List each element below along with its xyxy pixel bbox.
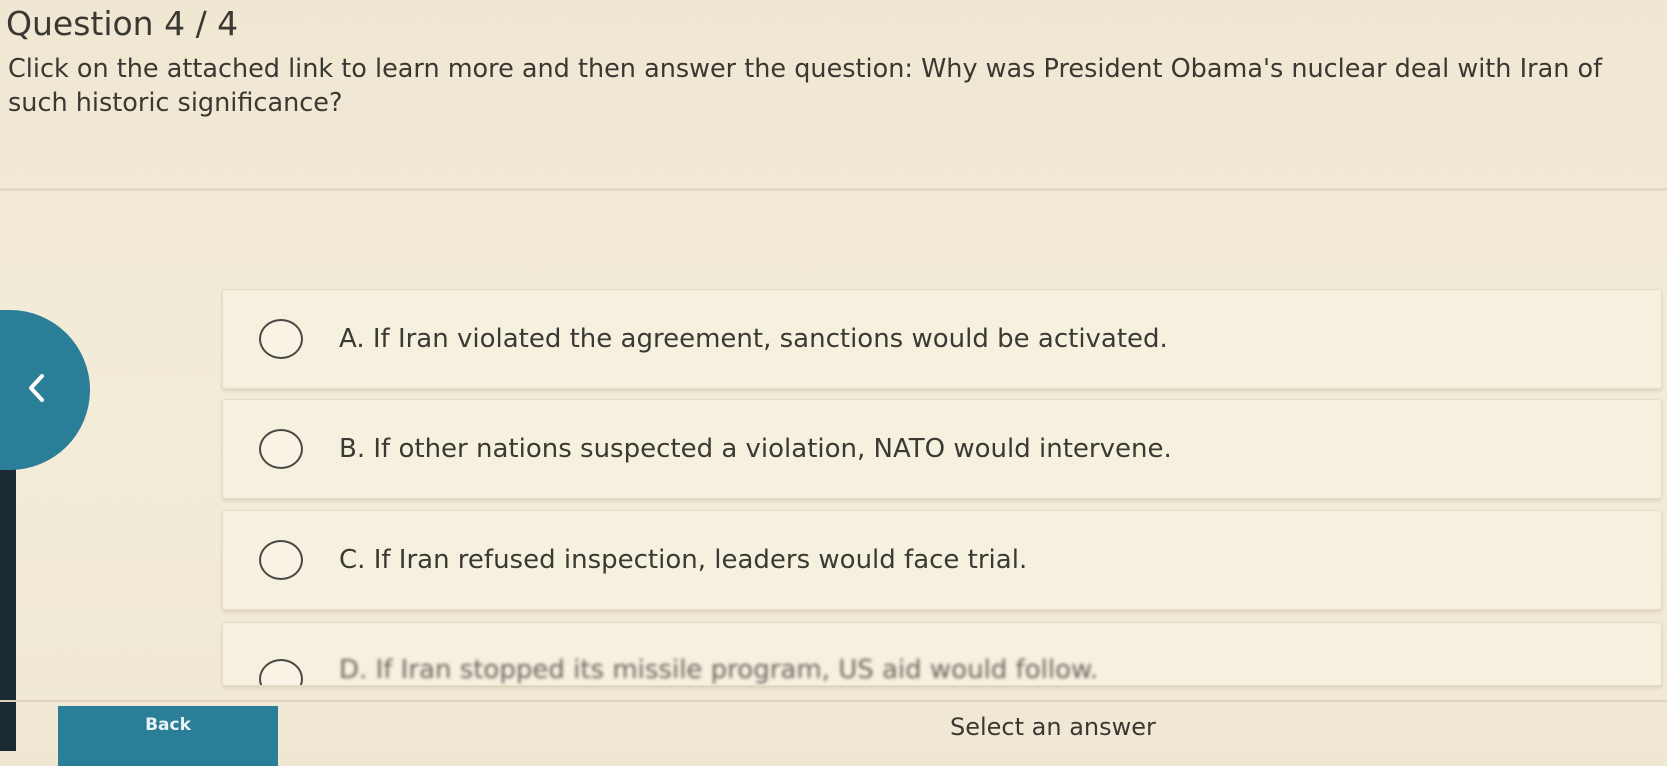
answer-option-text: If Iran stopped its missile program, US … (375, 655, 1099, 685)
divider (0, 188, 1667, 191)
radio-circle-icon[interactable] (259, 319, 303, 359)
quiz-page: Question 4 / 4 Click on the attached lin… (0, 0, 1667, 766)
answer-option-text: If Iran refused inspection, leaders woul… (373, 545, 1028, 575)
answer-option-text: If Iran violated the agreement, sanction… (372, 324, 1168, 354)
answer-option-letter: B. (339, 434, 366, 464)
answer-option-text: If other nations suspected a violation, … (373, 434, 1172, 464)
answer-option-label: A. If Iran violated the agreement, sanct… (339, 324, 1168, 354)
previous-question-button[interactable] (0, 310, 90, 470)
answer-option-b[interactable]: B. If other nations suspected a violatio… (222, 399, 1662, 499)
radio-circle-icon[interactable] (259, 659, 303, 685)
question-number: Question 4 / 4 (6, 4, 239, 43)
back-button[interactable]: Back (58, 706, 278, 766)
answer-option-letter: D. (339, 655, 368, 685)
answer-option-label: C. If Iran refused inspection, leaders w… (339, 545, 1027, 575)
answer-option-letter: C. (339, 545, 366, 575)
answer-option-d[interactable]: D. If Iran stopped its missile program, … (222, 622, 1662, 686)
answer-option-label: D. If Iran stopped its missile program, … (339, 655, 1098, 685)
question-text: Click on the attached link to learn more… (8, 54, 1603, 118)
answer-option-letter: A. (339, 324, 365, 354)
answer-option-label: B. If other nations suspected a violatio… (339, 434, 1172, 464)
chevron-left-icon (26, 373, 48, 407)
answer-option-a[interactable]: A. If Iran violated the agreement, sanct… (222, 289, 1662, 389)
answer-option-c[interactable]: C. If Iran refused inspection, leaders w… (222, 510, 1662, 610)
status-text: Select an answer (950, 713, 1156, 741)
footer-divider (0, 700, 1667, 702)
radio-circle-icon[interactable] (259, 429, 303, 469)
radio-circle-icon[interactable] (259, 540, 303, 580)
